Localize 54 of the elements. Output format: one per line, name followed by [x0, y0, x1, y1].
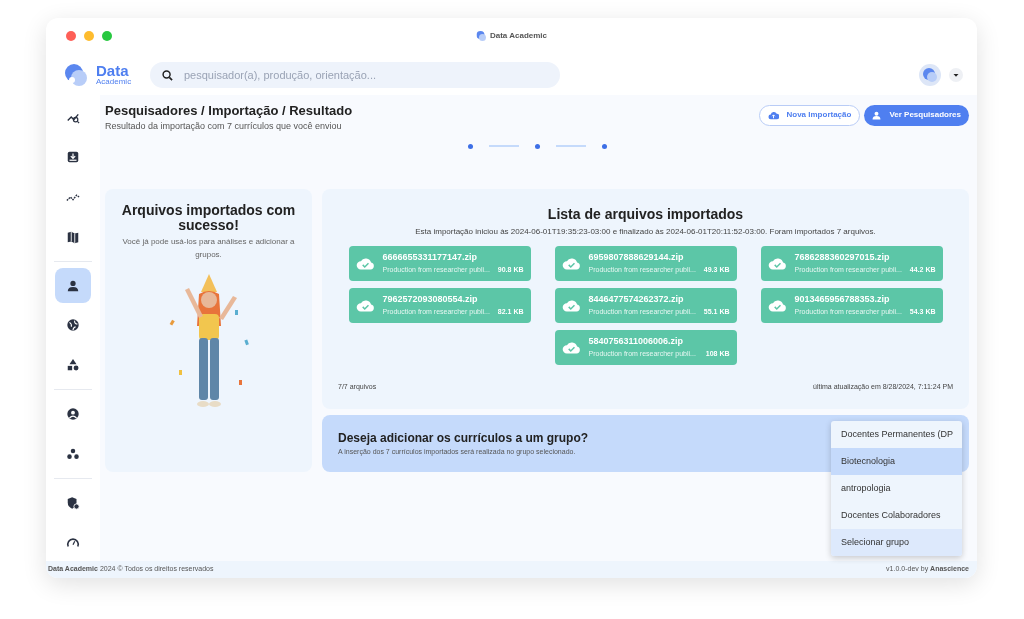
dropdown-option[interactable]: Docentes Colaboradores [831, 502, 962, 529]
dropdown-option[interactable]: Docentes Permanentes (DP [831, 421, 962, 448]
file-name: 7686288360297015.zip [794, 251, 891, 265]
globe-icon [66, 318, 80, 333]
step-dot [601, 143, 607, 149]
banner-title: Deseja adicionar os currículos a um grupo? [338, 430, 589, 448]
file-name: 5840756311006006.zip [588, 335, 685, 349]
cloud-check-icon [355, 298, 375, 312]
cloud-check-icon [355, 256, 375, 270]
dropdown-option[interactable]: Selecionar grupo [831, 529, 962, 556]
success-title: Arquivos importados com sucesso! [120, 202, 297, 233]
page-subtitle: Resultado da importação com 7 currículos que você enviou [105, 120, 343, 134]
logo-icon [475, 31, 486, 42]
logo-subtitle: Academic [96, 78, 132, 87]
avatar-icon[interactable] [919, 63, 941, 86]
sidebar-item[interactable] [55, 267, 91, 304]
step-dot [467, 143, 473, 149]
user-icon [872, 110, 882, 120]
cloud-check-icon [561, 340, 581, 354]
map-icon [66, 229, 80, 244]
file-name: 7962572093080554.zip [382, 293, 479, 307]
file-name: 8446477574262372.zip [588, 293, 685, 307]
action-button[interactable]: Nova Importação [758, 104, 861, 126]
logo-icon [64, 62, 88, 87]
logo-title: Data [96, 63, 129, 79]
files-title: Lista de arquivos importados [546, 206, 745, 222]
cloud-check-icon [561, 256, 581, 270]
caret-icon[interactable] [949, 67, 963, 82]
close-button[interactable] [66, 31, 76, 42]
user-icon [66, 278, 80, 293]
step-dot [534, 143, 540, 149]
shapes-icon [66, 358, 80, 373]
dropdown-option[interactable]: antropologia [831, 475, 962, 502]
action-button[interactable]: Ver Pesquisadores [864, 104, 969, 126]
file-name: 6959807888629144.zip [588, 251, 685, 265]
step-connector [488, 145, 519, 148]
file-name: 9013465956788353.zip [794, 293, 891, 307]
user-circle-icon [66, 407, 80, 422]
cloud-check-icon [767, 298, 787, 312]
file-name: 6666655331177147.zip [382, 251, 479, 265]
cloud-check-icon [561, 298, 581, 312]
import-summary: Esta importação iniciou às 2024-06-01T19:35:23-03:00 e finalizado às 2024-06-01T20:11:52-03:00. Foram importados 7 arquivos. [414, 225, 877, 238]
dropdown-option[interactable]: Biotecnologia [831, 448, 962, 475]
page-title: Pesquisadores / Importação / Resultado [105, 101, 353, 120]
inbox-download-icon [66, 149, 80, 164]
group-dropdown[interactable]: Docentes Permanentes (DP Biotecnologia antropologia Docentes Colaboradores Selecionar grupo [831, 421, 962, 556]
step-connector [555, 145, 586, 148]
window-title: Data Academic [489, 30, 548, 43]
shield-icon [66, 496, 80, 511]
group-icon [66, 447, 80, 462]
cloud-check-icon [767, 256, 787, 270]
search-field[interactable]: pesquisador(a), produção, orientação... [150, 61, 560, 88]
success-text: Você já pode usá-los para análises e adicionar a grupos. [121, 236, 296, 262]
cloud-upload-icon [767, 110, 779, 120]
